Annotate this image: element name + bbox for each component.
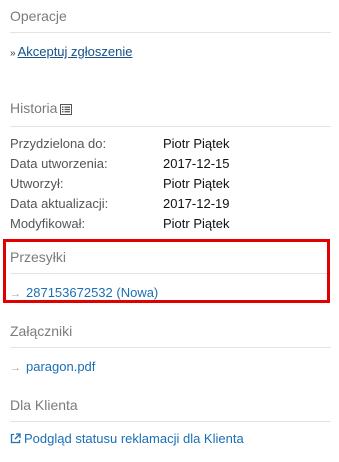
history-header: Historia — [10, 100, 331, 127]
attachments-title: Załączniki — [10, 323, 73, 339]
history-row-author: Utworzył: Piotr Piątek — [10, 176, 330, 191]
external-link-icon — [10, 432, 21, 447]
accept-request-link[interactable]: Akceptuj zgłoszenie — [18, 44, 133, 59]
history-title: Historia — [10, 100, 58, 116]
client-status-row: Podgląd statusu reklamacji dla Klienta — [10, 431, 244, 447]
client-header: Dla Klienta — [10, 397, 331, 422]
double-arrow-icon: » — [10, 48, 16, 59]
accept-row: » Akceptuj zgłoszenie — [10, 44, 132, 59]
history-value: Piotr Piątek — [163, 216, 230, 231]
history-label: Przydzielona do: — [10, 136, 107, 151]
history-label: Utworzył: — [10, 176, 64, 191]
shipments-highlight — [3, 239, 330, 303]
operations-header: Operacje — [10, 8, 331, 33]
history-row-updated: Data aktualizacji: 2017-12-19 — [10, 196, 330, 211]
history-row-assigned: Przydzielona do: Piotr Piątek — [10, 136, 330, 151]
attachments-header: Załączniki — [10, 323, 331, 348]
attachment-link[interactable]: paragon.pdf — [26, 359, 95, 374]
history-label: Data aktualizacji: — [10, 196, 109, 211]
history-value: 2017-12-15 — [163, 156, 230, 171]
history-value: 2017-12-19 — [163, 196, 230, 211]
history-label: Modyfikował: — [10, 216, 86, 231]
attachment-item: → paragon.pdf — [10, 359, 95, 374]
history-row-created: Data utworzenia: 2017-12-15 — [10, 156, 330, 171]
client-title: Dla Klienta — [10, 397, 78, 413]
arrow-right-icon: → — [10, 362, 21, 374]
client-status-link[interactable]: Podgląd statusu reklamacji dla Klienta — [24, 431, 244, 446]
history-row-modified: Modyfikował: Piotr Piątek — [10, 216, 330, 231]
operations-title: Operacje — [10, 8, 67, 24]
history-value: Piotr Piątek — [163, 136, 230, 151]
history-value: Piotr Piątek — [163, 176, 230, 191]
history-label: Data utworzenia: — [10, 156, 108, 171]
list-icon — [60, 102, 73, 118]
